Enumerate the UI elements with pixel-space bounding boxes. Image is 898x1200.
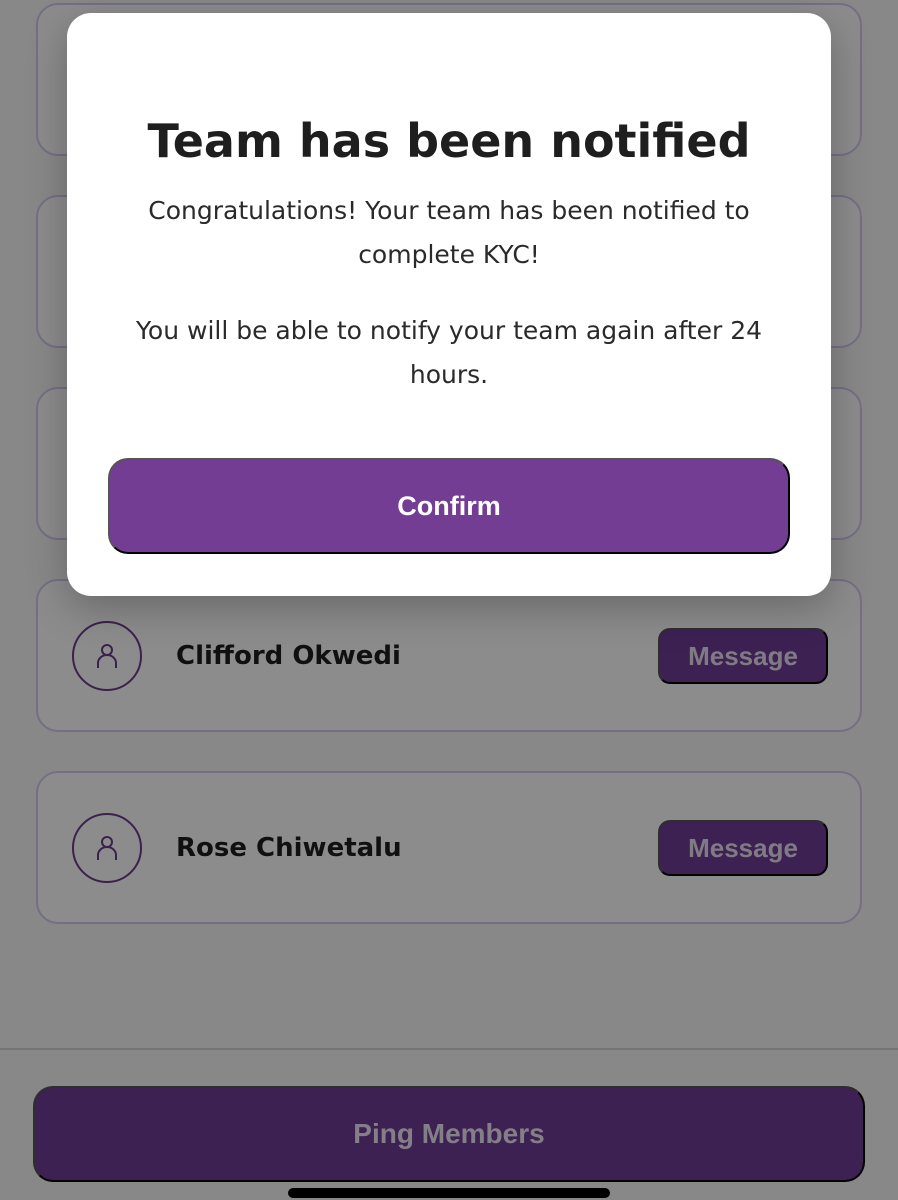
modal-title: Team has been notified — [147, 114, 751, 168]
modal-message-retry: You will be able to notify your team aga… — [135, 316, 763, 389]
modal-message-congratulations: Congratulations! Your team has been noti… — [148, 196, 750, 269]
notification-modal: Team has been notified Congratulations! … — [67, 13, 831, 596]
confirm-button[interactable]: Confirm — [108, 458, 790, 554]
